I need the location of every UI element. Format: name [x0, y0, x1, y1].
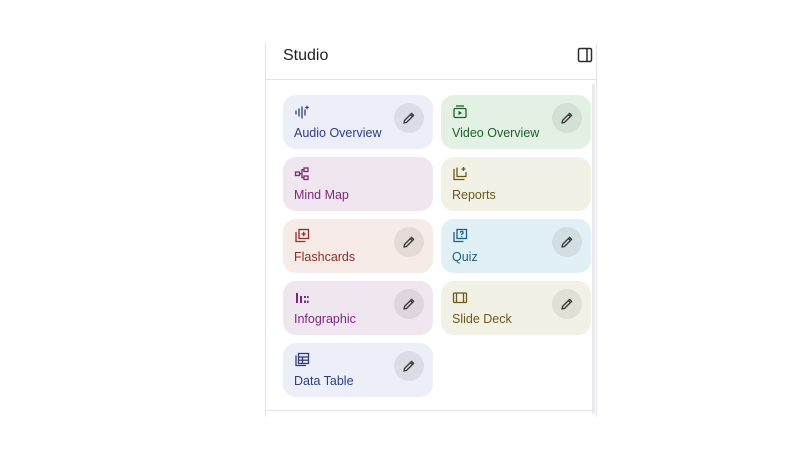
pencil-icon [561, 236, 573, 248]
video-stack-icon [452, 104, 468, 120]
edit-infographic-button[interactable] [394, 289, 424, 319]
quiz-icon [452, 228, 468, 244]
studio-title: Studio [283, 47, 329, 64]
edit-slide-deck-button[interactable] [552, 289, 582, 319]
pencil-icon [561, 298, 573, 310]
pencil-icon [403, 298, 415, 310]
audio-overview-tile[interactable]: Audio Overview [283, 95, 433, 149]
infographic-icon [294, 290, 310, 306]
studio-panel: Studio Audio Overview Video Overview Min… [265, 44, 597, 417]
edit-flashcards-button[interactable] [394, 227, 424, 257]
tile-label: Audio Overview [294, 126, 382, 140]
edit-video-overview-button[interactable] [552, 103, 582, 133]
pencil-icon [561, 112, 573, 124]
reports-tile[interactable]: Reports [441, 157, 591, 211]
data-table-tile[interactable]: Data Table [283, 343, 433, 397]
mind-map-icon [294, 166, 310, 182]
edit-data-table-button[interactable] [394, 351, 424, 381]
edit-quiz-button[interactable] [552, 227, 582, 257]
tile-label: Flashcards [294, 250, 356, 264]
flashcards-tile[interactable]: Flashcards [283, 219, 433, 273]
tile-label: Slide Deck [452, 312, 512, 326]
edit-audio-overview-button[interactable] [394, 103, 424, 133]
pencil-icon [403, 360, 415, 372]
bottom-divider [266, 410, 594, 411]
tile-label: Quiz [452, 250, 478, 264]
tile-label: Mind Map [294, 188, 349, 202]
quiz-tile[interactable]: Quiz [441, 219, 591, 273]
tile-label: Infographic [294, 312, 356, 326]
slide-deck-icon [452, 290, 468, 306]
pencil-icon [403, 236, 415, 248]
mind-map-tile[interactable]: Mind Map [283, 157, 433, 211]
slide-deck-tile[interactable]: Slide Deck [441, 281, 591, 335]
pencil-icon [403, 112, 415, 124]
tile-label: Video Overview [452, 126, 540, 140]
flashcards-icon [294, 228, 310, 244]
tile-label: Reports [452, 188, 496, 202]
tile-label: Data Table [294, 374, 354, 388]
data-table-icon [294, 352, 310, 368]
studio-header: Studio [266, 44, 596, 80]
scrollbar[interactable] [592, 84, 595, 414]
audio-waveform-sparkle-icon [294, 104, 310, 120]
infographic-tile[interactable]: Infographic [283, 281, 433, 335]
side-panel-icon[interactable] [577, 47, 593, 63]
video-overview-tile[interactable]: Video Overview [441, 95, 591, 149]
report-add-icon [452, 166, 468, 182]
